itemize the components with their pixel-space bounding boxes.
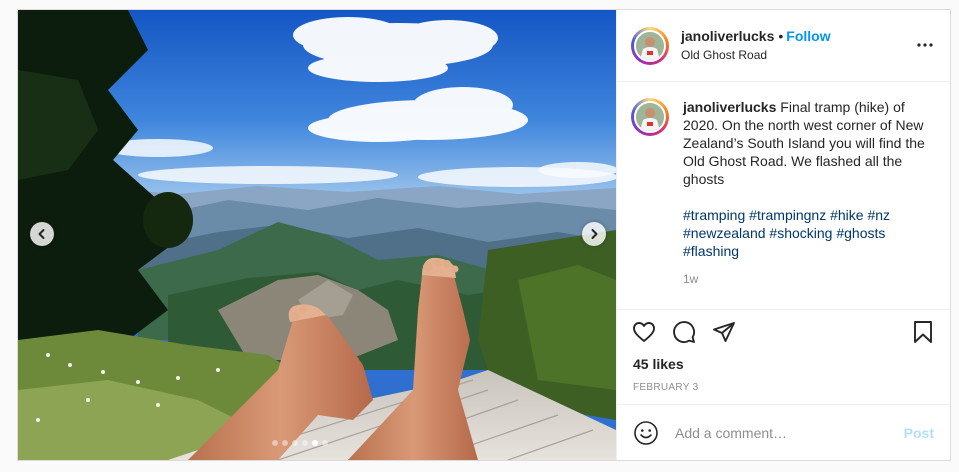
caption: janoliverlucks Final tramp (hike) of 202… [683, 98, 933, 309]
share-button[interactable] [711, 319, 737, 345]
post-side-panel: janoliverlucks • Follow Old Ghost Road j… [616, 10, 950, 460]
story-ring[interactable] [631, 26, 669, 65]
carousel-next-button[interactable] [582, 222, 606, 246]
like-button[interactable] [631, 319, 657, 345]
follow-button[interactable]: Follow [786, 28, 830, 44]
post-location[interactable]: Old Ghost Road [681, 46, 831, 64]
hashtag-link[interactable]: #hike [830, 207, 863, 223]
like-count[interactable]: 45 likes [617, 354, 950, 374]
emoji-icon[interactable] [633, 420, 659, 446]
carousel-dot [322, 440, 328, 446]
hashtag-link[interactable]: #nz [867, 207, 890, 223]
carousel-dot [272, 440, 278, 446]
paper-plane-icon [713, 322, 735, 342]
carousel-dot [302, 440, 308, 446]
comment-form: Post [617, 404, 950, 460]
carousel-dot [282, 440, 288, 446]
instagram-post: janoliverlucks • Follow Old Ghost Road j… [17, 9, 951, 461]
avatar-photo [636, 31, 664, 60]
hashtag-link[interactable]: #flashing [683, 243, 739, 259]
bookmark-icon [914, 321, 932, 343]
action-bar [617, 310, 950, 354]
hashtag-link[interactable]: #tramping [683, 207, 745, 223]
carousel-dot-active [312, 440, 318, 446]
caption-section: janoliverlucks Final tramp (hike) of 202… [617, 82, 950, 310]
avatar-photo [636, 103, 664, 131]
hashtag-list: #tramping #trampingnz #hike #nz #newzeal… [683, 206, 933, 260]
caption-avatar[interactable] [634, 101, 666, 133]
caption-timestamp[interactable]: 1w [683, 270, 933, 288]
post-comment-button[interactable]: Post [904, 425, 934, 441]
hashtag-link[interactable]: #trampingnz [749, 207, 826, 223]
caption-story-ring[interactable] [631, 98, 669, 136]
carousel-dot [292, 440, 298, 446]
carousel-prev-button[interactable] [30, 222, 54, 246]
post-photo[interactable] [18, 10, 616, 460]
caption-username[interactable]: janoliverlucks [683, 99, 776, 115]
comment-bubble-icon [673, 321, 696, 344]
post-date[interactable]: FEBRUARY 3 [617, 382, 950, 393]
comment-button[interactable] [671, 319, 697, 345]
hashtag-link[interactable]: #newzealand [683, 225, 766, 241]
post-username[interactable]: janoliverlucks [681, 28, 774, 44]
comment-input[interactable] [673, 423, 887, 442]
avatar[interactable] [634, 29, 666, 62]
chevron-right-icon [591, 229, 598, 239]
heart-icon [633, 322, 655, 342]
carousel-indicator [272, 440, 328, 446]
more-options-button[interactable] [916, 36, 934, 54]
hashtag-link[interactable]: #ghosts [836, 225, 885, 241]
mountain-feet-photo [18, 10, 616, 460]
chevron-left-icon [38, 229, 45, 239]
hashtag-link[interactable]: #shocking [769, 225, 832, 241]
separator-dot: • [778, 28, 784, 44]
post-header: janoliverlucks • Follow Old Ghost Road [617, 10, 950, 82]
more-horizontal-icon [917, 43, 933, 47]
save-button[interactable] [910, 319, 936, 345]
